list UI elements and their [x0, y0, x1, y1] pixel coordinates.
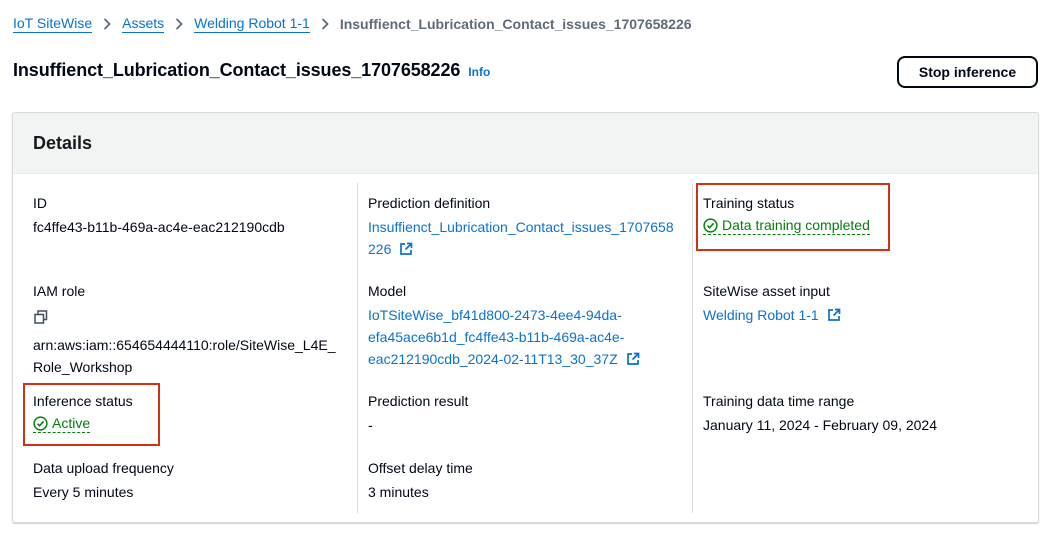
data-upload-frequency-value: Every 5 minutes	[33, 484, 134, 500]
model-field: Model IoTSiteWise_bf41d800-2473-4ee4-94d…	[368, 280, 640, 370]
external-link-icon	[400, 242, 413, 255]
model-label: Model	[368, 283, 407, 299]
model-line3: eac212190cdb_2024-02-11T13_30_37Z	[368, 351, 618, 367]
details-panel: Details ID fc4ffe43-b11b-469a-ac4e-eac21…	[12, 112, 1039, 523]
page-title: Insuffienct_Lubrication_Contact_issues_1…	[13, 60, 461, 80]
iam-role-value-line2: Role_Workshop	[33, 359, 133, 375]
data-upload-frequency-label: Data upload frequency	[33, 460, 174, 476]
prediction-definition-line2: 226	[368, 241, 392, 257]
prediction-definition-link[interactable]: Insuffienct_Lubrication_Contact_issues_1…	[368, 216, 674, 260]
training-data-time-range-field: Training data time range January 11, 202…	[703, 390, 937, 436]
breadcrumb-assets[interactable]: Assets	[122, 15, 165, 33]
breadcrumb-current: Insuffienct_Lubrication_Contact_issues_1…	[339, 16, 692, 32]
external-link-icon	[626, 352, 639, 365]
details-header: Details	[13, 113, 1038, 174]
sitewise-asset-input-link[interactable]: Welding Robot 1-1	[703, 304, 841, 326]
offset-delay-time-label: Offset delay time	[368, 460, 473, 476]
page-header: Insuffienct_Lubrication_Contact_issues_1…	[13, 60, 490, 84]
sitewise-asset-input-text: Welding Robot 1-1	[703, 307, 819, 323]
training-data-time-range-label: Training data time range	[703, 393, 855, 409]
prediction-result-field: Prediction result -	[368, 390, 468, 436]
iam-role-field: IAM role arn:aws:iam::654654444110:role/…	[33, 280, 335, 378]
details-title: Details	[33, 132, 93, 153]
column-divider	[357, 183, 358, 513]
external-link-icon	[827, 308, 840, 321]
info-link[interactable]: Info	[468, 65, 490, 79]
column-divider	[692, 183, 693, 513]
chevron-right-icon	[96, 18, 118, 30]
iam-role-value-line1: arn:aws:iam::654654444110:role/SiteWise_…	[33, 337, 336, 353]
inference-status-highlight	[23, 383, 160, 446]
breadcrumb-iot-sitewise[interactable]: IoT SiteWise	[13, 15, 93, 33]
breadcrumb: IoT SiteWise Assets Welding Robot 1-1 In…	[13, 14, 692, 34]
sitewise-asset-input-label: SiteWise asset input	[703, 283, 830, 299]
id-field: ID fc4ffe43-b11b-469a-ac4e-eac212190cdb	[33, 192, 285, 238]
stop-inference-button[interactable]: Stop inference	[897, 56, 1038, 88]
chevron-right-icon	[168, 18, 190, 30]
data-upload-frequency-field: Data upload frequency Every 5 minutes	[33, 457, 174, 503]
training-data-time-range-value: January 11, 2024 - February 09, 2024	[703, 417, 938, 433]
id-value: fc4ffe43-b11b-469a-ac4e-eac212190cdb	[33, 219, 285, 235]
prediction-definition-line1: Insuffienct_Lubrication_Contact_issues_1…	[368, 219, 674, 235]
offset-delay-time-field: Offset delay time 3 minutes	[368, 457, 473, 503]
prediction-definition-label: Prediction definition	[368, 195, 491, 211]
model-line2: efa45ace6b1d_fc4ffe43-b11b-469a-ac4e-	[368, 329, 625, 345]
training-status-highlight	[696, 183, 890, 251]
model-link[interactable]: IoTSiteWise_bf41d800-2473-4ee4-94da- efa…	[368, 304, 640, 370]
breadcrumb-welding-robot[interactable]: Welding Robot 1-1	[194, 15, 310, 33]
iam-role-label: IAM role	[33, 283, 86, 299]
id-label: ID	[33, 195, 47, 211]
sitewise-asset-input-field: SiteWise asset input Welding Robot 1-1	[703, 280, 841, 326]
copy-icon[interactable]	[34, 308, 335, 330]
prediction-result-value: -	[368, 417, 373, 433]
offset-delay-time-value: 3 minutes	[368, 484, 429, 500]
prediction-result-label: Prediction result	[368, 393, 469, 409]
chevron-right-icon	[314, 18, 336, 30]
prediction-definition-field: Prediction definition Insuffienct_Lubric…	[368, 192, 674, 260]
model-line1: IoTSiteWise_bf41d800-2473-4ee4-94da-	[368, 307, 622, 323]
